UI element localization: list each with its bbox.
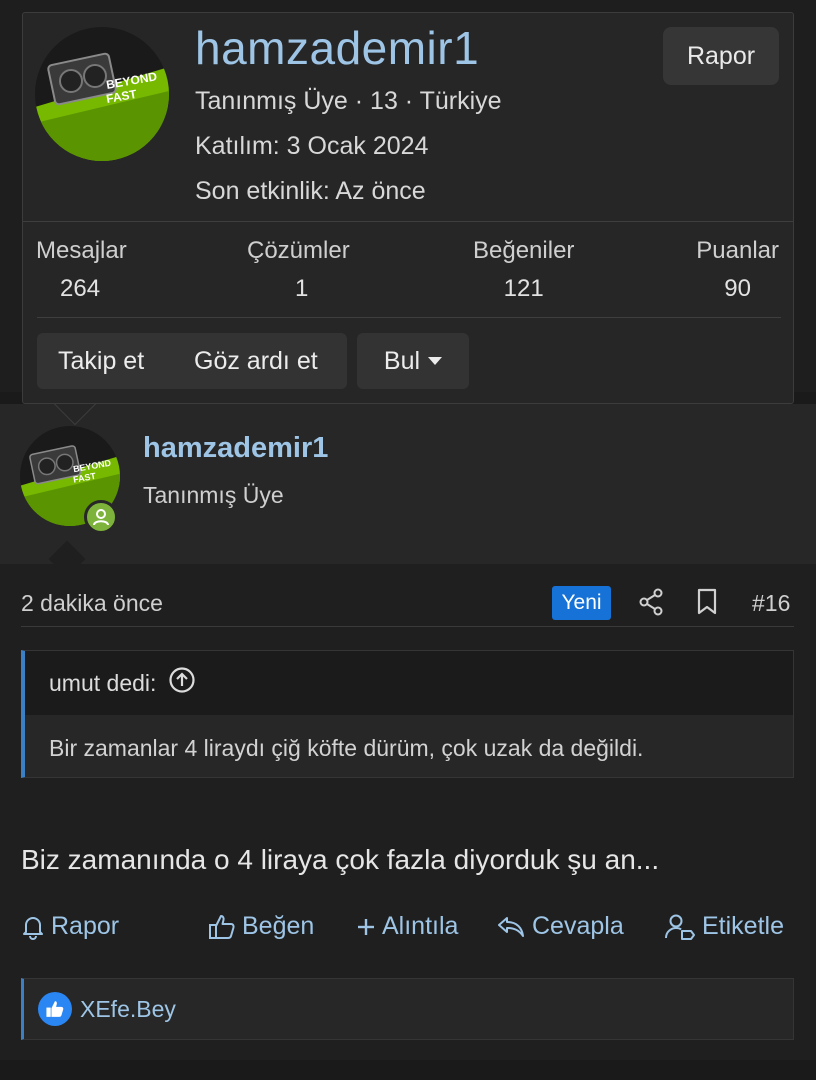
divider	[37, 317, 781, 318]
member-tooltip: BEYOND FAST hamzademir1 Tanınmış Üye · 1…	[22, 12, 794, 404]
stat-value: 121	[503, 275, 544, 302]
reply-button[interactable]: Cevapla	[496, 912, 624, 941]
stat-label: Çözümler	[247, 237, 350, 264]
bell-icon	[23, 916, 43, 940]
bottom-strip	[0, 1060, 816, 1080]
online-status-icon	[84, 500, 118, 534]
stat-label: Mesajlar	[36, 237, 127, 264]
ignore-button[interactable]: Göz ardı et	[194, 347, 318, 376]
stat-label: Puanlar	[696, 237, 779, 264]
quote-label: Alıntıla	[382, 912, 459, 940]
thumbs-up-icon	[209, 914, 235, 939]
share-icon[interactable]	[638, 588, 664, 621]
like-reaction-icon	[38, 992, 72, 1026]
find-dropdown-button[interactable]: Bul	[357, 333, 469, 389]
post-timestamp[interactable]: 2 dakika önce	[21, 590, 163, 617]
post-message: Biz zamanında o 4 liraya çok fazla diyor…	[21, 844, 660, 875]
quote-block: umut dedi: Bir zamanlar 4 liraydı çiğ kö…	[21, 650, 794, 778]
avatar[interactable]: BEYOND FAST	[35, 27, 169, 161]
user-tag-icon	[665, 914, 695, 940]
like-label: Beğen	[242, 912, 315, 940]
stat-value: 1	[295, 275, 309, 302]
stat-likes[interactable]: Beğeniler 121	[473, 237, 574, 303]
follow-button[interactable]: Takip et	[58, 347, 144, 376]
member-actions-group: Takip et Göz ardı et	[37, 333, 347, 389]
quote-author: umut dedi:	[49, 669, 157, 696]
post-username[interactable]: hamzademir1	[143, 432, 328, 465]
bookmark-icon[interactable]	[696, 588, 718, 621]
report-link[interactable]: Rapor	[21, 912, 119, 941]
popup-last-activity: Son etkinlik: Az önce	[195, 177, 426, 205]
post-number-link[interactable]: #16	[752, 590, 790, 617]
tag-button[interactable]: Etiketle	[664, 912, 784, 941]
like-button[interactable]: Beğen	[208, 912, 314, 941]
quote-text: Bir zamanlar 4 liraydı çiğ köfte dürüm, …	[49, 735, 644, 761]
tag-label: Etiketle	[702, 912, 784, 940]
report-button[interactable]: Rapor	[663, 27, 779, 85]
divider	[23, 221, 793, 222]
quote-button[interactable]: Alıntıla	[356, 912, 458, 941]
stat-value: 264	[60, 275, 101, 302]
post-user-role: Tanınmış Üye	[143, 482, 284, 508]
plus-icon	[358, 918, 374, 935]
popup-joined-line: Katılım: 3 Ocak 2024	[195, 132, 429, 160]
post-body: 2 dakika önce Yeni #16 umut dedi: Bir za…	[0, 564, 816, 1080]
popup-username[interactable]: hamzademir1	[195, 21, 479, 75]
stat-points[interactable]: Puanlar 90	[696, 237, 779, 303]
reaction-user[interactable]: XEfe.Bey	[80, 996, 176, 1023]
post-actions: Rapor Beğen Alıntıla Cevapla Etiketle	[0, 912, 816, 952]
stat-value: 90	[724, 275, 751, 302]
find-label: Bul	[383, 346, 421, 375]
report-label: Rapor	[51, 912, 120, 940]
stat-solutions[interactable]: Çözümler 1	[247, 237, 350, 303]
stat-label: Beğeniler	[473, 237, 575, 264]
caret-down-icon	[428, 357, 443, 365]
new-badge: Yeni	[552, 586, 611, 620]
reactions-bar[interactable]: XEfe.Bey	[21, 978, 794, 1040]
quote-header: umut dedi:	[25, 651, 793, 715]
post-user-header: BEYOND FAST hamzademir1 Tanınmış Üye	[0, 404, 816, 578]
divider	[21, 626, 794, 627]
reply-icon	[498, 916, 524, 937]
arrow-up-circle-icon[interactable]	[168, 666, 196, 700]
popup-title-line: Tanınmış Üye · 13 · Türkiye	[195, 87, 502, 115]
stat-messages[interactable]: Mesajlar 264	[36, 237, 127, 303]
reply-label: Cevapla	[532, 912, 624, 940]
